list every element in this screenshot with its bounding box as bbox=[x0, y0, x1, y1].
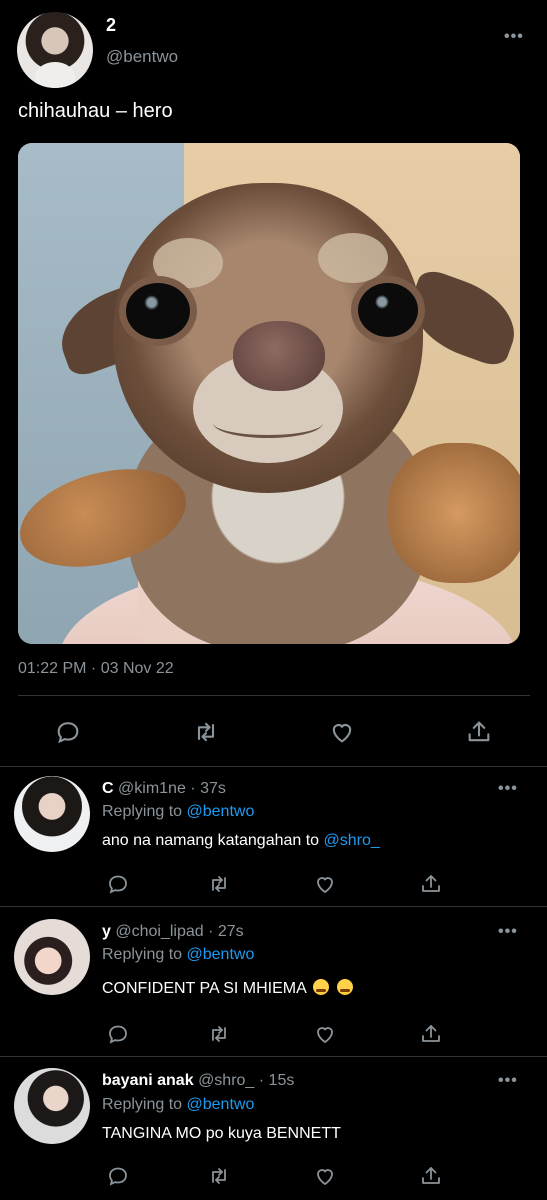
author-display-name[interactable]: 2 bbox=[106, 15, 116, 36]
reply-body: TANGINA MO po kuya BENNETT bbox=[102, 1125, 341, 1142]
reply-header: C @kim1ne · 37s bbox=[102, 780, 226, 798]
tweet-image[interactable] bbox=[18, 143, 520, 644]
retweet-icon[interactable] bbox=[205, 1020, 233, 1048]
share-icon[interactable] bbox=[417, 1162, 445, 1190]
reply-text: TANGINA MO po kuya BENNETT bbox=[102, 1125, 341, 1143]
reply-text: CONFIDENT PA SI MHIEMA bbox=[102, 979, 353, 998]
reply-avatar[interactable] bbox=[14, 1068, 90, 1144]
reply-display-name[interactable]: C bbox=[102, 780, 114, 797]
replying-to-label: Replying to bbox=[102, 1096, 183, 1113]
replying-to-link[interactable]: @bentwo bbox=[187, 803, 255, 820]
mention-link[interactable]: @shro_ bbox=[324, 832, 380, 849]
divider bbox=[0, 906, 547, 907]
like-icon[interactable] bbox=[328, 718, 356, 746]
tweet-text: chihauhau – hero bbox=[18, 100, 173, 122]
more-options-icon[interactable]: ••• bbox=[498, 923, 518, 941]
share-icon[interactable] bbox=[417, 1020, 445, 1048]
author-avatar[interactable] bbox=[17, 12, 93, 88]
replying-to: Replying to @bentwo bbox=[102, 946, 254, 964]
share-icon[interactable] bbox=[417, 870, 445, 898]
reply-display-name[interactable]: bayani anak bbox=[102, 1072, 194, 1089]
more-options-icon[interactable]: ••• bbox=[498, 780, 518, 798]
share-icon[interactable] bbox=[465, 718, 493, 746]
reply-handle[interactable]: @choi_lipad bbox=[115, 923, 203, 940]
reply-avatar[interactable] bbox=[14, 919, 90, 995]
more-options-icon[interactable]: ••• bbox=[498, 1072, 518, 1090]
replying-to: Replying to @bentwo bbox=[102, 1096, 254, 1114]
reply-icon[interactable] bbox=[104, 870, 132, 898]
reply-body: CONFIDENT PA SI MHIEMA bbox=[102, 980, 306, 997]
like-icon[interactable] bbox=[311, 1020, 339, 1048]
like-icon[interactable] bbox=[311, 870, 339, 898]
author-handle[interactable]: @bentwo bbox=[106, 47, 178, 67]
crying-face-emoji-icon bbox=[313, 979, 330, 995]
replying-to-label: Replying to bbox=[102, 946, 183, 963]
retweet-icon[interactable] bbox=[205, 1162, 233, 1190]
replying-to-label: Replying to bbox=[102, 803, 183, 820]
reply-header: y @choi_lipad · 27s bbox=[102, 923, 244, 941]
replying-to: Replying to @bentwo bbox=[102, 803, 254, 821]
reply-header: bayani anak @shro_ · 15s bbox=[102, 1072, 294, 1090]
crying-face-emoji-icon bbox=[336, 979, 353, 995]
reply-body: ano na namang katangahan to bbox=[102, 832, 320, 849]
replying-to-link[interactable]: @bentwo bbox=[187, 946, 255, 963]
reply-time[interactable]: · 27s bbox=[208, 923, 244, 940]
divider bbox=[18, 695, 530, 696]
reply-handle[interactable]: @shro_ bbox=[198, 1072, 254, 1089]
retweet-icon[interactable] bbox=[205, 870, 233, 898]
divider bbox=[0, 766, 547, 767]
like-icon[interactable] bbox=[311, 1162, 339, 1190]
reply-icon[interactable] bbox=[104, 1020, 132, 1048]
tweet-timestamp[interactable]: 01:22 PM · 03 Nov 22 bbox=[18, 660, 174, 678]
divider bbox=[0, 1056, 547, 1057]
retweet-icon[interactable] bbox=[192, 718, 220, 746]
reply-time[interactable]: · 37s bbox=[190, 780, 226, 797]
reply-handle[interactable]: @kim1ne bbox=[118, 780, 186, 797]
reply-display-name[interactable]: y bbox=[102, 923, 111, 940]
replying-to-link[interactable]: @bentwo bbox=[187, 1096, 255, 1113]
reply-text: ano na namang katangahan to @shro_ bbox=[102, 832, 380, 850]
reply-icon[interactable] bbox=[54, 718, 82, 746]
reply-avatar[interactable] bbox=[14, 776, 90, 852]
reply-icon[interactable] bbox=[104, 1162, 132, 1190]
reply-time[interactable]: · 15s bbox=[259, 1072, 295, 1089]
more-options-icon[interactable]: ••• bbox=[504, 28, 524, 46]
